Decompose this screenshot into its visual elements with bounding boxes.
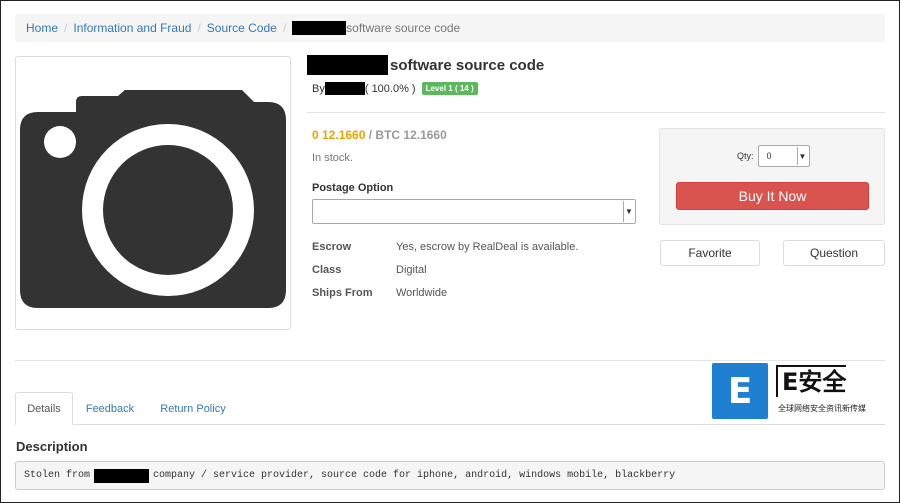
product-title-text: software source code [390, 56, 545, 74]
description-box: Stolen from company / service provider, … [15, 461, 885, 490]
watermark-brand: E安全 [776, 365, 847, 397]
spec-key: Escrow [312, 241, 352, 253]
question-button[interactable]: Question [783, 240, 885, 266]
chevron-down-icon: ▼ [623, 201, 634, 222]
breadcrumb-information-and-fraud[interactable]: Information and Fraud [73, 21, 191, 35]
postage-option-label: Postage Option [312, 182, 394, 194]
watermark-tagline: 全球网络安全资讯新传媒 [778, 404, 866, 413]
tab-feedback[interactable]: Feedback [80, 392, 140, 425]
redaction-box [307, 55, 388, 75]
qty-value: 0 [766, 151, 772, 161]
breadcrumb-source-code[interactable]: Source Code [207, 21, 277, 35]
breadcrumb-home[interactable]: Home [26, 21, 58, 35]
by-label: By [312, 82, 325, 95]
description-text-prefix: Stolen from [24, 470, 91, 481]
breadcrumb-separator: / [282, 21, 287, 35]
spec-key: Class [312, 264, 342, 276]
spec-row-class: Class Digital [312, 264, 427, 276]
camera-icon [20, 90, 286, 308]
level-badge: Level 1 ( 14 ) [421, 82, 478, 95]
buy-it-now-button[interactable]: Buy It Now [676, 182, 869, 210]
breadcrumb-separator: / [64, 21, 68, 35]
redaction-box [94, 468, 150, 483]
breadcrumb-separator: / [197, 21, 201, 35]
spec-value: Yes, escrow by RealDeal is available. [396, 241, 579, 253]
stock-status: In stock. [312, 152, 353, 164]
redaction-box [292, 21, 347, 35]
price-fiat: 0 12.1660 [312, 128, 366, 142]
spec-value: Digital [396, 264, 427, 276]
quantity-select[interactable]: 0 ▼ [757, 145, 810, 167]
spec-row-escrow: Escrow Yes, escrow by RealDeal is availab… [312, 241, 578, 253]
qty-label: Qty: [737, 151, 754, 161]
breadcrumb: Home / Information and Fraud / Source Co… [15, 14, 885, 42]
tab-return-policy[interactable]: Return Policy [154, 392, 232, 425]
tabs-baseline [15, 424, 885, 425]
postage-option-select[interactable]: ▼ [312, 199, 636, 224]
breadcrumb-current: software source code [346, 21, 461, 35]
favorite-button[interactable]: Favorite [660, 240, 760, 266]
quantity-control: Qty: 0 ▼ [737, 145, 810, 167]
description-heading: Description [16, 439, 88, 454]
spec-row-ships-from: Ships From Worldwide [312, 287, 447, 299]
watermark-logo: E [712, 363, 768, 419]
vendor-byline: By ( 100.0% ) Level 1 ( 14 ) [312, 82, 478, 95]
chevron-down-icon: ▼ [796, 147, 808, 165]
vendor-rating: ( 100.0% ) [364, 82, 416, 95]
tab-details[interactable]: Details [15, 392, 73, 425]
divider [307, 112, 885, 113]
buy-box: Qty: 0 ▼ Buy It Now [659, 128, 885, 225]
spec-key: Ships From [312, 287, 373, 299]
redaction-box[interactable] [324, 82, 365, 95]
price: 0 12.1660 / BTC 12.1660 [312, 128, 447, 142]
product-image-panel [15, 56, 291, 330]
product-title: software source code [307, 55, 544, 75]
price-btc: / BTC 12.1660 [368, 128, 447, 142]
spec-value: Worldwide [396, 287, 448, 299]
watermark: E E安全 全球网络安全资讯新传媒 [712, 361, 882, 423]
description-text-suffix: company / service provider, source code … [153, 470, 676, 481]
